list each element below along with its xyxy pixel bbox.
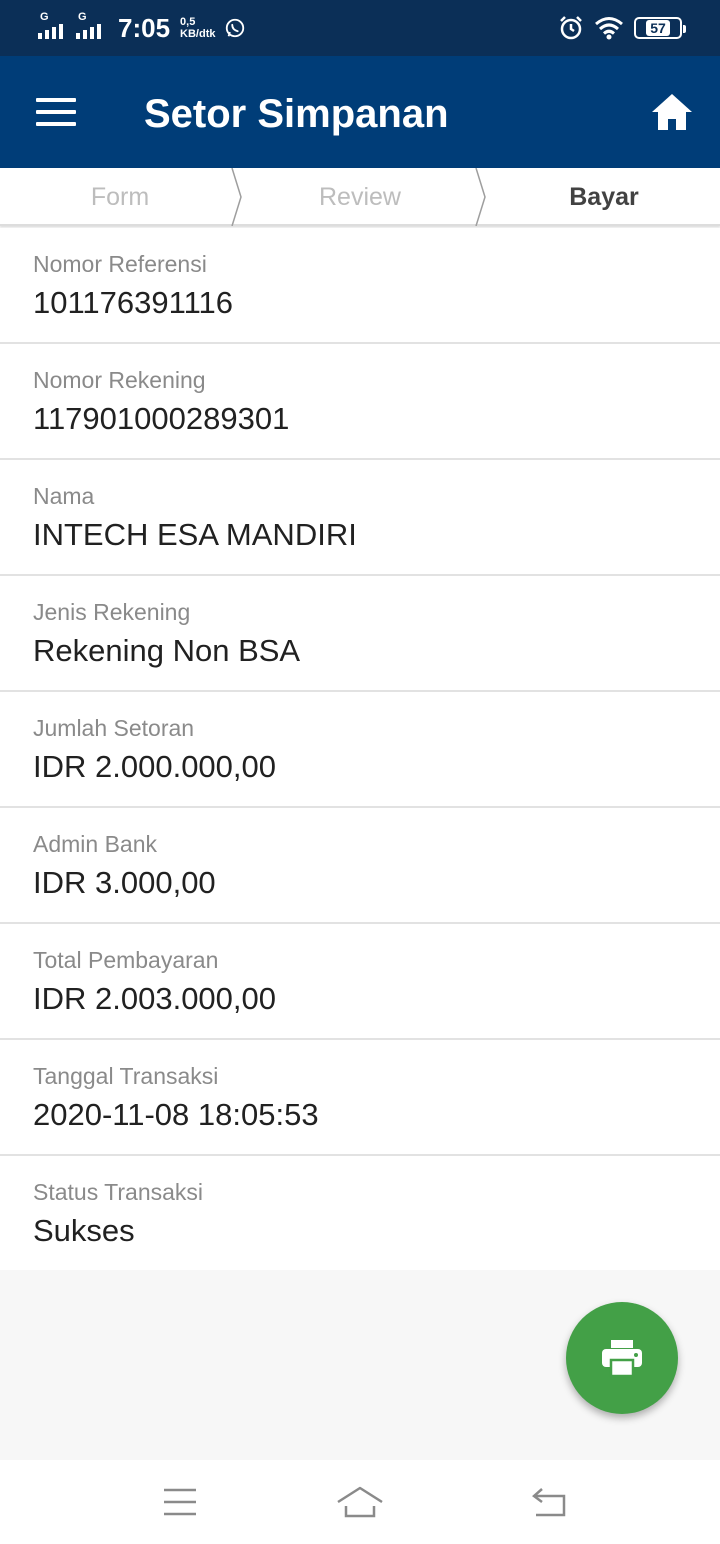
detail-row-deposit-amount: Jumlah Setoran IDR 2.000.000,00 [0,692,720,808]
detail-value: Rekening Non BSA [33,633,301,668]
page-title: Setor Simpanan [144,92,449,136]
whatsapp-icon [225,18,244,38]
detail-row-name: Nama INTECH ESA MANDIRI [0,460,720,576]
app-bar: Setor Simpanan [0,56,720,168]
step-bayar: Bayar [569,182,639,211]
detail-label: Nama [33,483,95,509]
transaction-details: Nomor Referensi 101176391116 Nomor Reken… [0,228,720,1270]
network-type-label: G [78,11,87,23]
clock: 7:05 [118,12,171,43]
detail-row-total-payment: Total Pembayaran IDR 2.003.000,00 [0,924,720,1040]
detail-row-account-number: Nomor Rekening 117901000289301 [0,344,720,460]
recent-apps-icon[interactable] [158,1482,202,1522]
detail-value: INTECH ESA MANDIRI [33,517,357,552]
signal-icon: G [38,11,70,41]
detail-label: Status Transaksi [33,1179,204,1205]
system-nav-bar [0,1460,720,1544]
network-speed-value: 0,5 [180,16,196,28]
stepper: Form Review Bayar [0,168,720,226]
battery-icon: 57 [634,17,686,39]
detail-value: 117901000289301 [33,401,290,436]
home-icon[interactable] [646,86,698,138]
detail-row-transaction-status: Status Transaksi Sukses [0,1156,720,1270]
detail-row-admin-fee: Admin Bank IDR 3.000,00 [0,808,720,924]
detail-row-account-type: Jenis Rekening Rekening Non BSA [0,576,720,692]
print-icon [602,1340,642,1378]
step-review: Review [319,182,401,211]
detail-label: Jumlah Setoran [33,715,195,741]
detail-label: Jenis Rekening [33,599,191,625]
detail-label: Nomor Rekening [33,367,206,393]
battery-level: 57 [646,20,670,36]
home-nav-icon[interactable] [334,1482,386,1522]
detail-label: Nomor Referensi [33,251,207,277]
wifi-icon [595,17,623,40]
hamburger-menu-icon[interactable] [28,86,84,138]
detail-row-transaction-date: Tanggal Transaksi 2020-11-08 18:05:53 [0,1040,720,1156]
status-left: G G 7:05 0,5 KB/dtk [38,12,246,44]
signal-icon: G [76,11,108,41]
back-icon[interactable] [526,1482,570,1522]
detail-value: IDR 2.003.000,00 [33,981,277,1016]
status-right: 57 [558,12,686,44]
status-bar: G G 7:05 0,5 KB/dtk 57 [0,0,720,56]
detail-value: Sukses [33,1213,135,1248]
detail-row-reference: Nomor Referensi 101176391116 [0,228,720,344]
network-speed: 0,5 KB/dtk [180,16,215,40]
detail-label: Tanggal Transaksi [33,1063,219,1089]
alarm-icon [560,16,582,40]
print-button[interactable] [566,1302,678,1414]
detail-value: IDR 3.000,00 [33,865,216,900]
detail-value: 2020-11-08 18:05:53 [33,1097,319,1132]
step-form: Form [90,182,150,211]
detail-label: Total Pembayaran [33,947,219,973]
detail-label: Admin Bank [33,831,158,857]
network-speed-unit: KB/dtk [180,28,216,40]
network-type-label: G [40,11,49,23]
detail-value: IDR 2.000.000,00 [33,749,277,784]
detail-value: 101176391116 [33,285,233,320]
